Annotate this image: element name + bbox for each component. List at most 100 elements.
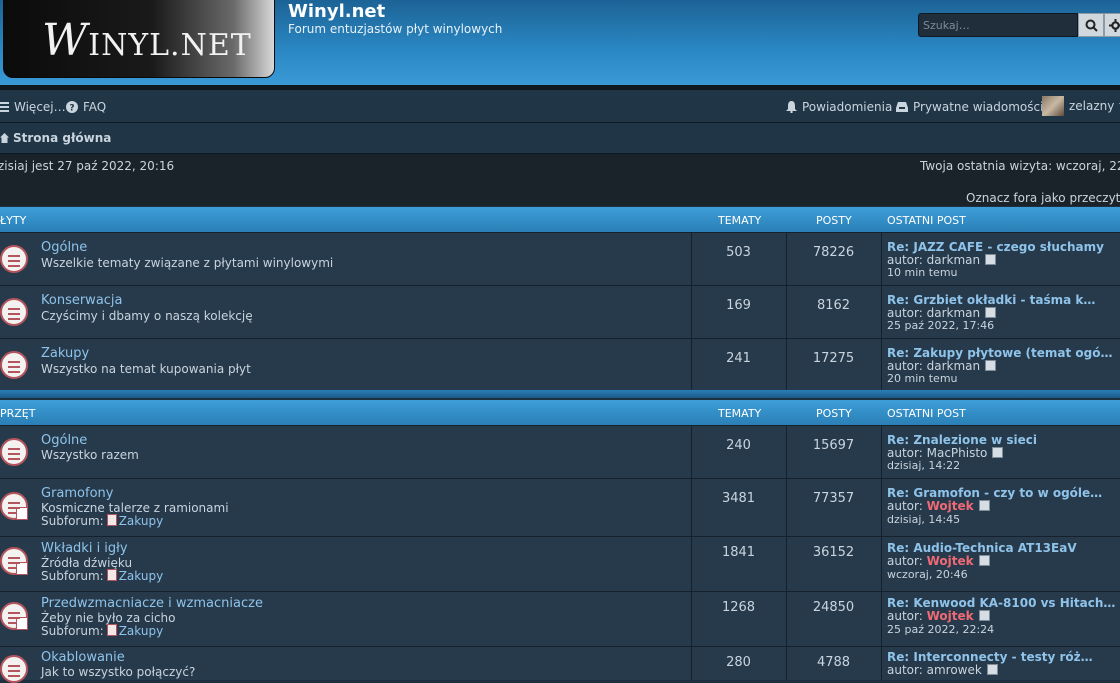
- forum-description: Wszystko razem: [41, 448, 139, 462]
- category-title[interactable]: ŁYTY: [0, 214, 26, 227]
- site-header: WINYL.NET Winyl.net Forum entuzjastów pł…: [0, 0, 1120, 85]
- goto-post-icon[interactable]: [985, 254, 996, 265]
- last-post-title[interactable]: Re: Audio-Technica AT13EaV: [887, 541, 1077, 555]
- topics-count: 3481: [691, 491, 786, 506]
- col-posts: POSTY: [816, 407, 852, 420]
- posts-count: 77357: [786, 491, 881, 506]
- forum-read-icon: [0, 602, 28, 630]
- last-post-title[interactable]: Re: Gramofon - czy to w ogóle…: [887, 486, 1102, 500]
- category-title[interactable]: PRZĘT: [0, 407, 35, 420]
- forum-read-icon: [0, 351, 28, 379]
- search-button[interactable]: [1078, 13, 1104, 37]
- forum-title[interactable]: Konserwacja: [41, 293, 123, 308]
- breadcrumb: Strona główna: [0, 123, 1120, 154]
- last-post-title[interactable]: Re: Grzbiet okładki - taśma k…: [887, 293, 1095, 307]
- forum-title[interactable]: Zakupy: [41, 346, 89, 361]
- forum-row: Wkładki i igły Źródła dźwięku Subforum:Z…: [0, 536, 1120, 591]
- forum-row: Ogólne Wszystko razem 240 15697 Re: Znal…: [0, 425, 1120, 478]
- forum-description: Źródła dźwięku: [41, 556, 132, 570]
- topics-count: 241: [691, 351, 786, 366]
- last-post-author: autor: darkman: [887, 359, 996, 373]
- last-post-title[interactable]: Re: JAZZ CAFE - czego słuchamy: [887, 240, 1104, 254]
- col-last-post: OSTATNI POST: [887, 214, 966, 227]
- goto-post-icon[interactable]: [985, 307, 996, 318]
- mark-forums-read-link[interactable]: Oznacz fora jako przeczyta: [966, 191, 1120, 205]
- forum-description: Czyścimy i dbamy o naszą kolekcję: [41, 309, 253, 323]
- navbar: Więcej… ? FAQ Powiadomienia Prywatne wia…: [0, 90, 1120, 123]
- last-post-author: autor: darkman: [887, 306, 996, 320]
- forum-read-icon: [0, 547, 28, 575]
- last-post-time: 20 min temu: [887, 372, 958, 385]
- inbox-icon: [896, 102, 908, 112]
- private-messages-link[interactable]: Prywatne wiadomości: [896, 100, 1043, 114]
- subforum-link[interactable]: Zakupy: [119, 569, 163, 583]
- user-menu[interactable]: zelazny: [1042, 96, 1120, 116]
- home-icon: [0, 133, 9, 143]
- posts-count: 36152: [786, 545, 881, 560]
- forum-title[interactable]: Ogólne: [41, 240, 87, 255]
- posts-count: 8162: [786, 298, 881, 313]
- forum-title[interactable]: Wkładki i igły: [41, 541, 128, 556]
- col-posts: POSTY: [816, 214, 852, 227]
- current-date: zisiaj jest 27 paź 2022, 20:16: [0, 159, 174, 173]
- goto-post-icon[interactable]: [985, 360, 996, 371]
- search-input[interactable]: [918, 13, 1078, 37]
- last-post-title[interactable]: Re: Interconnecty - testy róż…: [887, 650, 1093, 664]
- forum-title[interactable]: Ogólne: [41, 433, 87, 448]
- last-post-time: wczoraj, 20:46: [887, 568, 968, 581]
- forum-read-icon: [0, 492, 28, 520]
- more-menu[interactable]: Więcej…: [0, 100, 66, 114]
- posts-count: 24850: [786, 600, 881, 615]
- subforum-list: Subforum:Zakupy: [41, 624, 163, 638]
- forum-description: Kosmiczne talerze z ramionami: [41, 501, 229, 515]
- last-post-time: 25 paź 2022, 17:46: [887, 319, 994, 332]
- last-post-title[interactable]: Re: Zakupy płytowe (temat ogó…: [887, 346, 1112, 360]
- breadcrumb-home[interactable]: Strona główna: [0, 131, 111, 145]
- subforum-link[interactable]: Zakupy: [119, 624, 163, 638]
- last-post-author: autor: darkman: [887, 253, 996, 267]
- forum-row: Przedwzmacniacze i wzmacniacze Żeby nie …: [0, 591, 1120, 646]
- logo-text: WINYL.NET: [42, 15, 252, 66]
- forum-title[interactable]: Okablowanie: [41, 650, 125, 665]
- subforum-list: Subforum:Zakupy: [41, 569, 163, 583]
- goto-post-icon[interactable]: [979, 500, 990, 511]
- site-title[interactable]: Winyl.net: [288, 1, 385, 22]
- category-header: PRZĘT TEMATY POSTY OSTATNI POST: [0, 400, 1120, 425]
- last-post-time: 25 paź 2022, 22:24: [887, 623, 994, 636]
- menu-icon: [0, 102, 9, 112]
- posts-count: 17275: [786, 351, 881, 366]
- category-footer: [0, 390, 1120, 398]
- forum-title[interactable]: Gramofony: [41, 486, 113, 501]
- subforum-link[interactable]: Zakupy: [119, 514, 163, 528]
- posts-count: 78226: [786, 245, 881, 260]
- category-header: ŁYTY TEMATY POSTY OSTATNI POST: [0, 207, 1120, 232]
- forum-row: Okablowanie Jak to wszystko połączyć? 28…: [0, 646, 1120, 680]
- forum-row: Konserwacja Czyścimy i dbamy o naszą kol…: [0, 285, 1120, 338]
- site-logo[interactable]: WINYL.NET: [3, 0, 275, 78]
- col-last-post: OSTATNI POST: [887, 407, 966, 420]
- last-post-author: autor: amrowek: [887, 663, 998, 677]
- notifications-link[interactable]: Powiadomienia: [786, 100, 892, 114]
- forum-description: Wszelkie tematy związane z płytami winyl…: [41, 256, 333, 270]
- subforum-list: Subforum:Zakupy: [41, 514, 163, 528]
- last-post-title[interactable]: Re: Znalezione w sieci: [887, 433, 1037, 447]
- forum-row: Ogólne Wszelkie tematy związane z płytam…: [0, 232, 1120, 285]
- subforum-icon: [107, 569, 117, 581]
- search-box: [918, 13, 1120, 37]
- forum-title[interactable]: Przedwzmacniacze i wzmacniacze: [41, 596, 263, 611]
- topics-count: 240: [691, 438, 786, 453]
- last-post-title[interactable]: Re: Kenwood KA-8100 vs Hitach…: [887, 596, 1115, 610]
- forum-read-icon: [0, 438, 28, 466]
- faq-link[interactable]: ? FAQ: [66, 100, 106, 114]
- goto-post-icon[interactable]: [987, 664, 998, 675]
- forum-row: Gramofony Kosmiczne talerze z ramionami …: [0, 478, 1120, 536]
- posts-count: 4788: [786, 655, 881, 670]
- goto-post-icon[interactable]: [979, 610, 990, 621]
- goto-post-icon[interactable]: [979, 555, 990, 566]
- svg-text:?: ?: [69, 104, 74, 114]
- avatar: [1042, 96, 1064, 116]
- col-topics: TEMATY: [718, 407, 761, 420]
- last-post-time: dzisiaj, 14:45: [887, 513, 960, 526]
- advanced-search-button[interactable]: [1104, 13, 1120, 37]
- goto-post-icon[interactable]: [992, 447, 1003, 458]
